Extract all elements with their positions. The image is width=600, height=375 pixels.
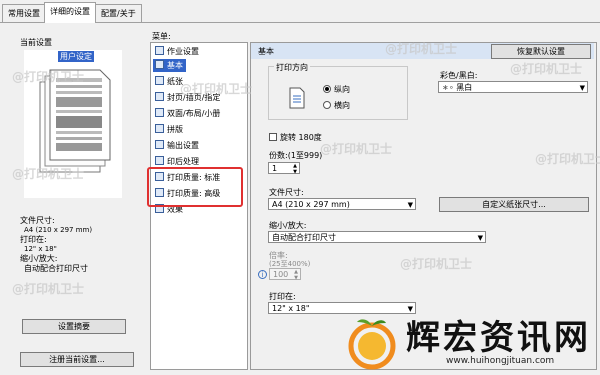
menu-item-paper[interactable]: 纸张 [155,75,183,88]
paper-size-label: 文件尺寸: [20,216,55,225]
rotate-option[interactable]: 旋转 180度 [269,132,322,143]
job-settings-icon [155,46,164,55]
print-on-label: 打印在: [269,292,296,301]
menu-item-label: 双面/布局/小册 [167,109,221,118]
settings-summary-text: 文件尺寸: A4 (210 x 297 mm) 打印在: 12" x 18" 缩… [20,216,92,273]
spinner-icon[interactable]: ▲ ▼ [294,269,298,281]
rotate-checkbox[interactable] [269,133,277,141]
brand-url: www.huihongjituan.com [446,356,555,366]
menu-item-imposition[interactable]: 拼版 [155,123,183,136]
highlight-box [147,167,243,207]
landscape-option[interactable]: 横向 [323,100,350,111]
menu-item-label: 输出设置 [167,141,199,150]
print-on-value: 12" x 18" [24,244,57,253]
custom-paper-size-button[interactable]: 自定义纸张尺寸... [439,197,589,212]
panel-title: 基本 [258,47,274,56]
orange-logo-icon [348,319,396,370]
duplex-icon [155,108,164,117]
watermark-text: @打印机卫士 [12,282,85,296]
menu-label: 菜单: [152,32,171,41]
paper-size-value: A4 (210 x 297 mm) [24,225,93,234]
color-select[interactable]: ∗∘ 黑白 ▼ [438,81,588,93]
basic-icon [155,60,164,69]
portrait-page-icon [289,87,305,109]
scale-select[interactable]: 自动配合打印尺寸 ▼ [268,231,486,243]
print-on-label: 打印在: [20,235,47,244]
output-icon [155,140,164,149]
paper-size-select[interactable]: A4 (210 x 297 mm) ▼ [268,198,416,210]
brand-watermark: 辉宏资讯网 www.huihongjituan.com [340,300,600,375]
portrait-option[interactable]: 纵向 [323,84,350,95]
landscape-label: 横向 [334,101,350,110]
scale-value: 自动配合打印尺寸 [272,233,336,242]
spinner-icon[interactable]: ▲ ▼ [293,163,297,175]
info-icon[interactable]: i [258,270,267,279]
watermark-text: @打印机卫士 [535,152,600,166]
watermark-text: @打印机卫士 [400,257,473,271]
ratio-input[interactable]: 100 ▲ ▼ [269,268,301,281]
current-settings-label: 当前设置 [20,38,52,47]
tab-bar: 常用设置 详细的设置 配置/关于 [0,0,600,23]
color-value: 黑白 [456,83,473,92]
rotate-label: 旋转 180度 [280,133,322,142]
chevron-down-icon: ▼ [477,234,483,242]
watermark-text: @打印机卫士 [510,62,583,76]
chevron-down-icon: ▼ [579,84,585,92]
copies-value: 1 [272,164,278,173]
tab-config-about[interactable]: 配置/关于 [95,4,142,22]
menu-item-label: 印后处理 [167,157,199,166]
watermark-text: @打印机卫士 [12,167,85,181]
tab-detailed-settings[interactable]: 详细的设置 [44,2,96,23]
orientation-label: 打印方向 [274,62,310,73]
imposition-icon [155,124,164,133]
menu-item-label: 作业设置 [167,47,199,56]
watermark-text: @打印机卫士 [12,70,85,84]
menu-item-label: 拼版 [167,125,183,134]
brand-name: 辉宏资讯网 [406,318,591,358]
finishing-icon [155,156,164,165]
menu-item-label: 基本 [167,61,183,70]
tab-common-settings[interactable]: 常用设置 [2,4,46,22]
portrait-radio[interactable] [323,85,331,93]
menu-item-duplex-layout[interactable]: 双面/布局/小册 [155,107,220,120]
portrait-label: 纵向 [334,85,350,94]
restore-defaults-button[interactable]: 恢复默认设置 [491,44,591,59]
menu-item-basic[interactable]: 基本 [153,59,186,72]
scale-label: 缩小/放大: [269,221,307,230]
watermark-text: @打印机卫士 [180,82,253,96]
chevron-down-icon: ▼ [407,201,413,209]
selected-user-settings: 用户设定 [58,51,94,62]
menu-item-output-settings[interactable]: 输出设置 [155,139,199,152]
watermark-text: @打印机卫士 [320,142,393,156]
cover-icon [155,92,164,101]
scale-label: 缩小/放大: [20,254,58,263]
watermark-text: @打印机卫士 [385,42,458,56]
register-settings-button[interactable]: 注册当前设置... [20,352,134,367]
menu-item-job-settings[interactable]: 作业设置 [155,45,199,58]
ratio-value: 100 [273,270,289,279]
print-on-value: 12" x 18" [272,304,310,313]
copies-label: 份数:(1至999) [269,151,323,160]
copies-input[interactable]: 1 ▲ ▼ [268,162,300,175]
color-label: 彩色/黑白: [440,71,478,80]
paper-icon [155,76,164,85]
settings-summary-button[interactable]: 设置摘要 [22,319,126,334]
paper-size-label: 文件尺寸: [269,188,304,197]
landscape-radio[interactable] [323,101,331,109]
paper-size-value: A4 (210 x 297 mm) [272,200,350,209]
scale-value: 自动配合打印尺寸 [24,263,88,273]
